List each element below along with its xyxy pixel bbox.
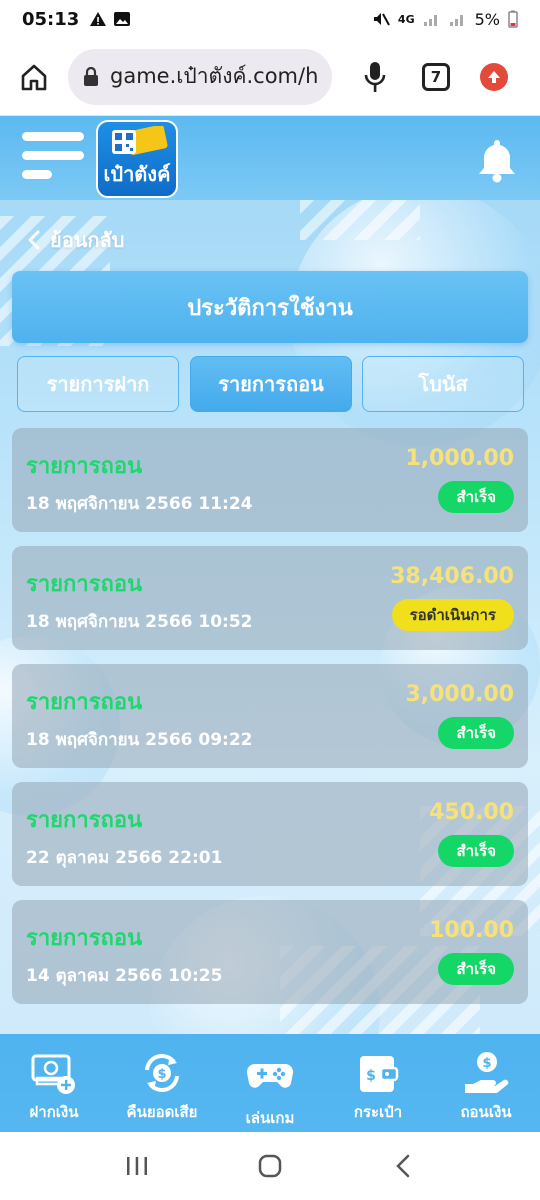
transaction-type: รายการถอน xyxy=(26,690,143,715)
system-nav-bar xyxy=(0,1132,540,1200)
withdraw-money-icon: $ xyxy=(465,1052,509,1093)
tab-bonus-label: โบนัส xyxy=(418,372,468,396)
bottom-nav: ฝากเงิน $ คืนยอดเสีย เล่นเกม $ กระเป๋า $… xyxy=(0,1034,540,1132)
transaction-type: รายการถอน xyxy=(26,454,143,479)
url-text: game.เป๋าตังค์.com/h xyxy=(110,64,318,88)
status-badge: สำเร็จ xyxy=(438,835,514,867)
transaction-amount: 1,000.00 xyxy=(405,446,514,471)
status-badge: รอดำเนินการ xyxy=(391,599,514,631)
circle-home-icon xyxy=(258,1154,282,1178)
transaction-amount: 3,000.00 xyxy=(405,682,514,707)
transaction-item[interactable]: รายการถอน 22 ตุลาคม 2566 22:01 450.00 สำ… xyxy=(12,782,528,886)
nav-wallet[interactable]: $ กระเป๋า xyxy=(324,1034,432,1132)
mute-icon xyxy=(373,13,390,26)
status-badge: สำเร็จ xyxy=(438,481,514,513)
recent-apps-icon xyxy=(126,1157,147,1175)
tab-withdraw[interactable]: รายการถอน xyxy=(190,356,352,412)
transaction-date: 18 พฤศจิกายน 2566 11:24 xyxy=(26,494,253,514)
logo-text: เป๋าตังค์ xyxy=(103,162,171,186)
tab-deposit-label: รายการฝาก xyxy=(46,372,150,396)
back-label: ย้อนกลับ xyxy=(50,228,125,252)
hamburger-menu-button[interactable] xyxy=(22,132,84,182)
transaction-date: 18 พฤศจิกายน 2566 09:22 xyxy=(26,730,253,750)
chevron-left-icon xyxy=(28,230,40,250)
image-icon xyxy=(114,12,131,26)
status-badge: สำเร็จ xyxy=(438,717,514,749)
transaction-type: รายการถอน xyxy=(26,926,143,951)
tab-withdraw-label: รายการถอน xyxy=(218,372,324,396)
transaction-item[interactable]: รายการถอน 18 พฤศจิกายน 2566 10:52 38,406… xyxy=(12,546,528,650)
signal-2-icon xyxy=(449,15,463,26)
nav-cashback[interactable]: $ คืนยอดเสีย xyxy=(108,1034,216,1132)
nav-play-game-label: เล่นเกม xyxy=(245,1109,295,1127)
recent-apps-button[interactable] xyxy=(122,1151,152,1181)
transaction-amount: 450.00 xyxy=(429,800,514,825)
network-type: 4G xyxy=(397,12,415,26)
tab-bonus[interactable]: โบนัส xyxy=(362,356,524,412)
wallet-icon: $ xyxy=(360,1056,399,1092)
transaction-date: 18 พฤศจิกายน 2566 10:52 xyxy=(26,612,253,632)
page-title: ประวัติการใช้งาน xyxy=(12,271,528,343)
status-time: 05:13 xyxy=(22,8,80,30)
lock-icon xyxy=(84,66,98,86)
transaction-date: 22 ตุลาคม 2566 22:01 xyxy=(26,848,223,868)
back-system-button[interactable] xyxy=(388,1151,418,1181)
qr-card-icon xyxy=(112,126,168,155)
arrow-up-icon xyxy=(488,70,500,83)
gamepad-icon xyxy=(246,1063,294,1088)
nav-play-game[interactable]: เล่นเกม xyxy=(216,1034,324,1132)
battery-level: 5% xyxy=(474,9,500,29)
nav-wallet-label: กระเป๋า xyxy=(353,1103,403,1121)
status-badge: สำเร็จ xyxy=(438,953,514,985)
home-button[interactable] xyxy=(14,57,54,97)
nav-withdraw-label: ถอนเงิน xyxy=(460,1103,512,1121)
back-chevron-icon xyxy=(396,1154,410,1178)
app-content: เป๋าตังค์ ย้อนกลับ ประวัติการใช้งาน รายก… xyxy=(0,116,540,1034)
update-button[interactable] xyxy=(480,62,508,91)
svg-text:$: $ xyxy=(366,1068,376,1084)
nav-withdraw[interactable]: $ ถอนเงิน xyxy=(432,1034,540,1132)
page-title-text: ประวัติการใช้งาน xyxy=(187,295,353,321)
svg-text:$: $ xyxy=(157,1067,166,1082)
bg-stripes xyxy=(300,200,420,240)
address-bar[interactable]: game.เป๋าตังค์.com/h xyxy=(68,48,332,105)
cashback-icon: $ xyxy=(145,1054,179,1092)
transaction-item[interactable]: รายการถอน 18 พฤศจิกายน 2566 09:22 3,000.… xyxy=(12,664,528,768)
transaction-type: รายการถอน xyxy=(26,808,143,833)
svg-text:$: $ xyxy=(482,1056,491,1071)
microphone-icon xyxy=(364,61,386,92)
transaction-item[interactable]: รายการถอน 14 ตุลาคม 2566 10:25 100.00 สำ… xyxy=(12,900,528,1004)
battery-icon xyxy=(508,10,518,28)
browser-toolbar: game.เป๋าตังค์.com/h 7 xyxy=(0,38,540,116)
voice-search-button[interactable] xyxy=(360,57,390,97)
transaction-amount: 100.00 xyxy=(429,918,514,943)
deposit-money-icon xyxy=(31,1054,75,1094)
nav-deposit-label: ฝากเงิน xyxy=(29,1103,79,1121)
home-system-button[interactable] xyxy=(255,1151,285,1181)
warning-icon xyxy=(90,12,107,26)
app-logo[interactable]: เป๋าตังค์ xyxy=(96,120,178,198)
transaction-amount: 38,406.00 xyxy=(390,564,514,589)
signal-icon xyxy=(423,15,437,26)
status-bar: 05:13 4G 5% xyxy=(0,0,540,38)
tab-deposit[interactable]: รายการฝาก xyxy=(17,356,179,412)
notification-bell-icon[interactable] xyxy=(474,136,520,184)
nav-deposit[interactable]: ฝากเงิน xyxy=(0,1034,108,1132)
back-link[interactable]: ย้อนกลับ xyxy=(26,224,124,256)
home-icon xyxy=(21,64,47,90)
app-header: เป๋าตังค์ xyxy=(0,116,540,200)
tab-switcher-button[interactable]: 7 xyxy=(422,62,450,91)
nav-cashback-label: คืนยอดเสีย xyxy=(126,1103,198,1121)
tab-count: 7 xyxy=(430,67,442,86)
transaction-item[interactable]: รายการถอน 18 พฤศจิกายน 2566 11:24 1,000.… xyxy=(12,428,528,532)
transaction-type: รายการถอน xyxy=(26,572,143,597)
transaction-date: 14 ตุลาคม 2566 10:25 xyxy=(26,966,223,986)
